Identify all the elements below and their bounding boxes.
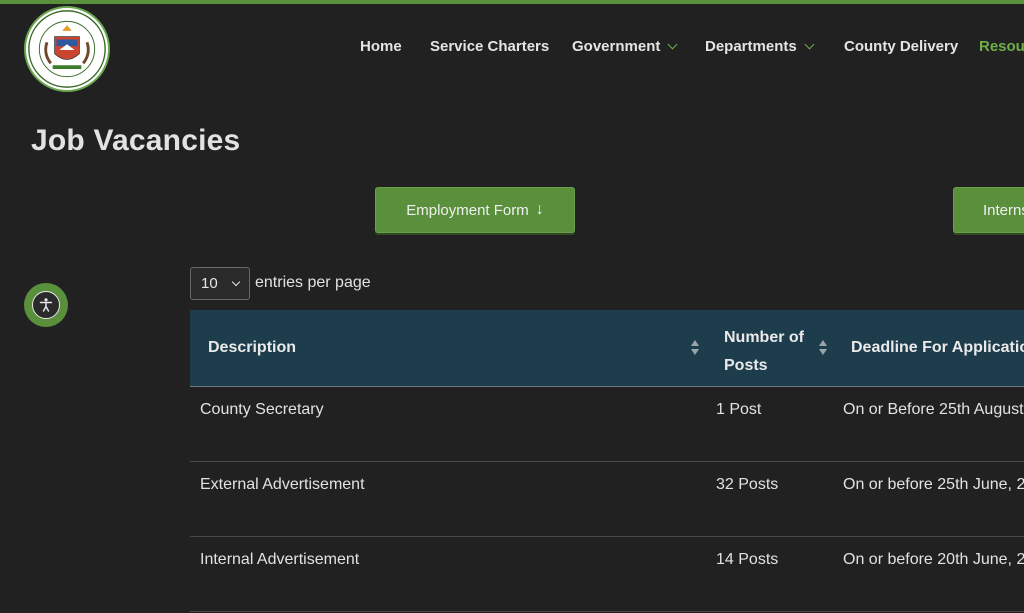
arrow-down-icon: ↓: [535, 201, 544, 218]
nav-home-label: Home: [360, 38, 402, 55]
top-accent-strip: [0, 0, 1024, 4]
sort-icon[interactable]: [819, 340, 827, 356]
cell-deadline: On or before 25th June, 2: [843, 476, 1024, 493]
entries-per-page-label: entries per page: [255, 274, 371, 291]
column-header-deadline[interactable]: Deadline For Application: [851, 339, 1024, 357]
table-row[interactable]: County Secretary 1 Post On or Before 25t…: [190, 387, 1024, 462]
county-logo[interactable]: [24, 6, 110, 92]
vacancies-table: Description Number of Posts Deadline For…: [190, 310, 1024, 612]
county-seal-icon: [28, 10, 106, 88]
page-title: Job Vacancies: [31, 124, 241, 157]
interns-button[interactable]: Interns: [953, 187, 1024, 233]
accessibility-icon: [32, 291, 60, 319]
employment-form-label: Employment Form: [406, 201, 529, 219]
nav-home[interactable]: Home: [360, 37, 402, 57]
nav-service-charters-label: Service Charters: [430, 38, 550, 55]
nav-resources-label: Resou: [979, 38, 1024, 55]
employment-form-button[interactable]: Employment Form ↓: [375, 187, 575, 233]
nav-resources[interactable]: Resou: [979, 37, 1024, 57]
cell-description: County Secretary: [200, 401, 324, 418]
nav-service-charters[interactable]: Service Charters: [430, 37, 549, 57]
column-header-description[interactable]: Description: [208, 339, 296, 357]
column-header-posts-line1: Number of: [724, 329, 804, 346]
chevron-down-icon: [231, 277, 241, 287]
cell-description: Internal Advertisement: [200, 551, 360, 568]
accessibility-figure-icon: [39, 298, 53, 312]
cell-posts: 32 Posts: [716, 476, 779, 493]
nav-county-delivery[interactable]: County Delivery: [844, 37, 958, 57]
cell-deadline: On or before 20th June, 2: [843, 551, 1024, 568]
accessibility-button[interactable]: [24, 283, 68, 327]
interns-button-label: Interns: [983, 201, 1024, 219]
chevron-down-icon: [667, 39, 678, 50]
nav-government[interactable]: Government: [572, 37, 678, 57]
cell-description: External Advertisement: [200, 476, 365, 493]
table-row[interactable]: External Advertisement 32 Posts On or be…: [190, 462, 1024, 537]
nav-departments[interactable]: Departments: [705, 37, 815, 57]
sort-icon[interactable]: [691, 340, 699, 356]
entries-select-value: 10: [201, 275, 218, 292]
table-row[interactable]: Internal Advertisement 14 Posts On or be…: [190, 537, 1024, 612]
table-header: Description Number of Posts Deadline For…: [190, 310, 1024, 387]
column-header-posts[interactable]: Number of Posts: [724, 324, 804, 380]
entries-per-page-select[interactable]: 10: [190, 267, 250, 300]
cell-posts: 1 Post: [716, 401, 762, 418]
chevron-down-icon: [804, 39, 815, 50]
nav-county-delivery-label: County Delivery: [844, 38, 959, 55]
nav-government-label: Government: [572, 38, 661, 55]
column-header-posts-line2: Posts: [724, 357, 768, 374]
nav-departments-label: Departments: [705, 38, 797, 55]
cell-deadline: On or Before 25th August: [843, 401, 1024, 418]
cell-posts: 14 Posts: [716, 551, 779, 568]
